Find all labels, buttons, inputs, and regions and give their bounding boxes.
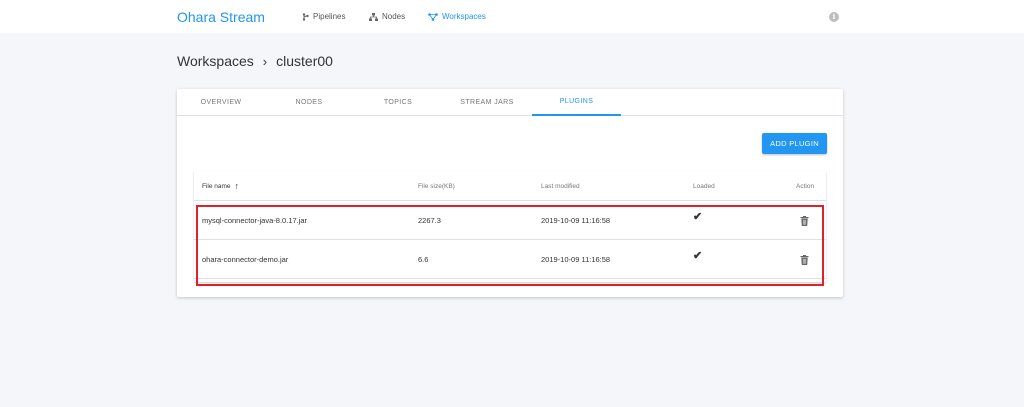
tab-nodes[interactable]: NODES bbox=[265, 89, 353, 116]
nodes-icon bbox=[369, 12, 378, 21]
nav-nodes[interactable]: Nodes bbox=[369, 12, 405, 21]
info-icon[interactable]: i bbox=[829, 12, 839, 22]
column-header-file-name[interactable]: File name ↑ bbox=[202, 171, 239, 201]
top-app-bar: Ohara Stream Pipelines Nodes Workspaces … bbox=[0, 0, 1024, 33]
pipelines-icon bbox=[302, 12, 309, 21]
tab-stream-jars[interactable]: STREAM JARS bbox=[443, 89, 531, 116]
breadcrumb-root[interactable]: Workspaces bbox=[177, 53, 254, 69]
column-header-file-size: File size(KB) bbox=[418, 182, 455, 190]
sort-arrow-icon: ↑ bbox=[234, 181, 240, 191]
breadcrumb-separator: › bbox=[262, 53, 268, 69]
nav-workspaces-label: Workspaces bbox=[442, 12, 486, 21]
breadcrumb: Workspaces › cluster00 bbox=[177, 53, 333, 69]
nav-pipelines-label: Pipelines bbox=[313, 12, 346, 21]
column-header-last-modified: Last modified bbox=[541, 182, 580, 190]
tab-topics[interactable]: TOPICS bbox=[354, 89, 442, 116]
column-header-action: Action bbox=[796, 182, 815, 190]
add-plugin-button[interactable]: ADD PLUGIN bbox=[762, 133, 827, 154]
workspaces-icon bbox=[428, 12, 438, 21]
nav-pipelines[interactable]: Pipelines bbox=[302, 12, 345, 21]
highlight-box bbox=[196, 205, 824, 286]
breadcrumb-current: cluster00 bbox=[276, 53, 333, 69]
tab-overview[interactable]: OVERVIEW bbox=[177, 89, 265, 116]
table-header: File name ↑ File size(KB) Last modified … bbox=[194, 171, 826, 201]
app-brand[interactable]: Ohara Stream bbox=[177, 9, 265, 25]
nav-workspaces[interactable]: Workspaces bbox=[428, 12, 486, 21]
tab-plugins[interactable]: PLUGINS bbox=[532, 89, 621, 116]
tab-bar: OVERVIEW NODES TOPICS STREAM JARS PLUGIN… bbox=[177, 89, 843, 116]
nav-nodes-label: Nodes bbox=[382, 12, 406, 21]
column-header-file-name-label: File name bbox=[202, 182, 231, 190]
